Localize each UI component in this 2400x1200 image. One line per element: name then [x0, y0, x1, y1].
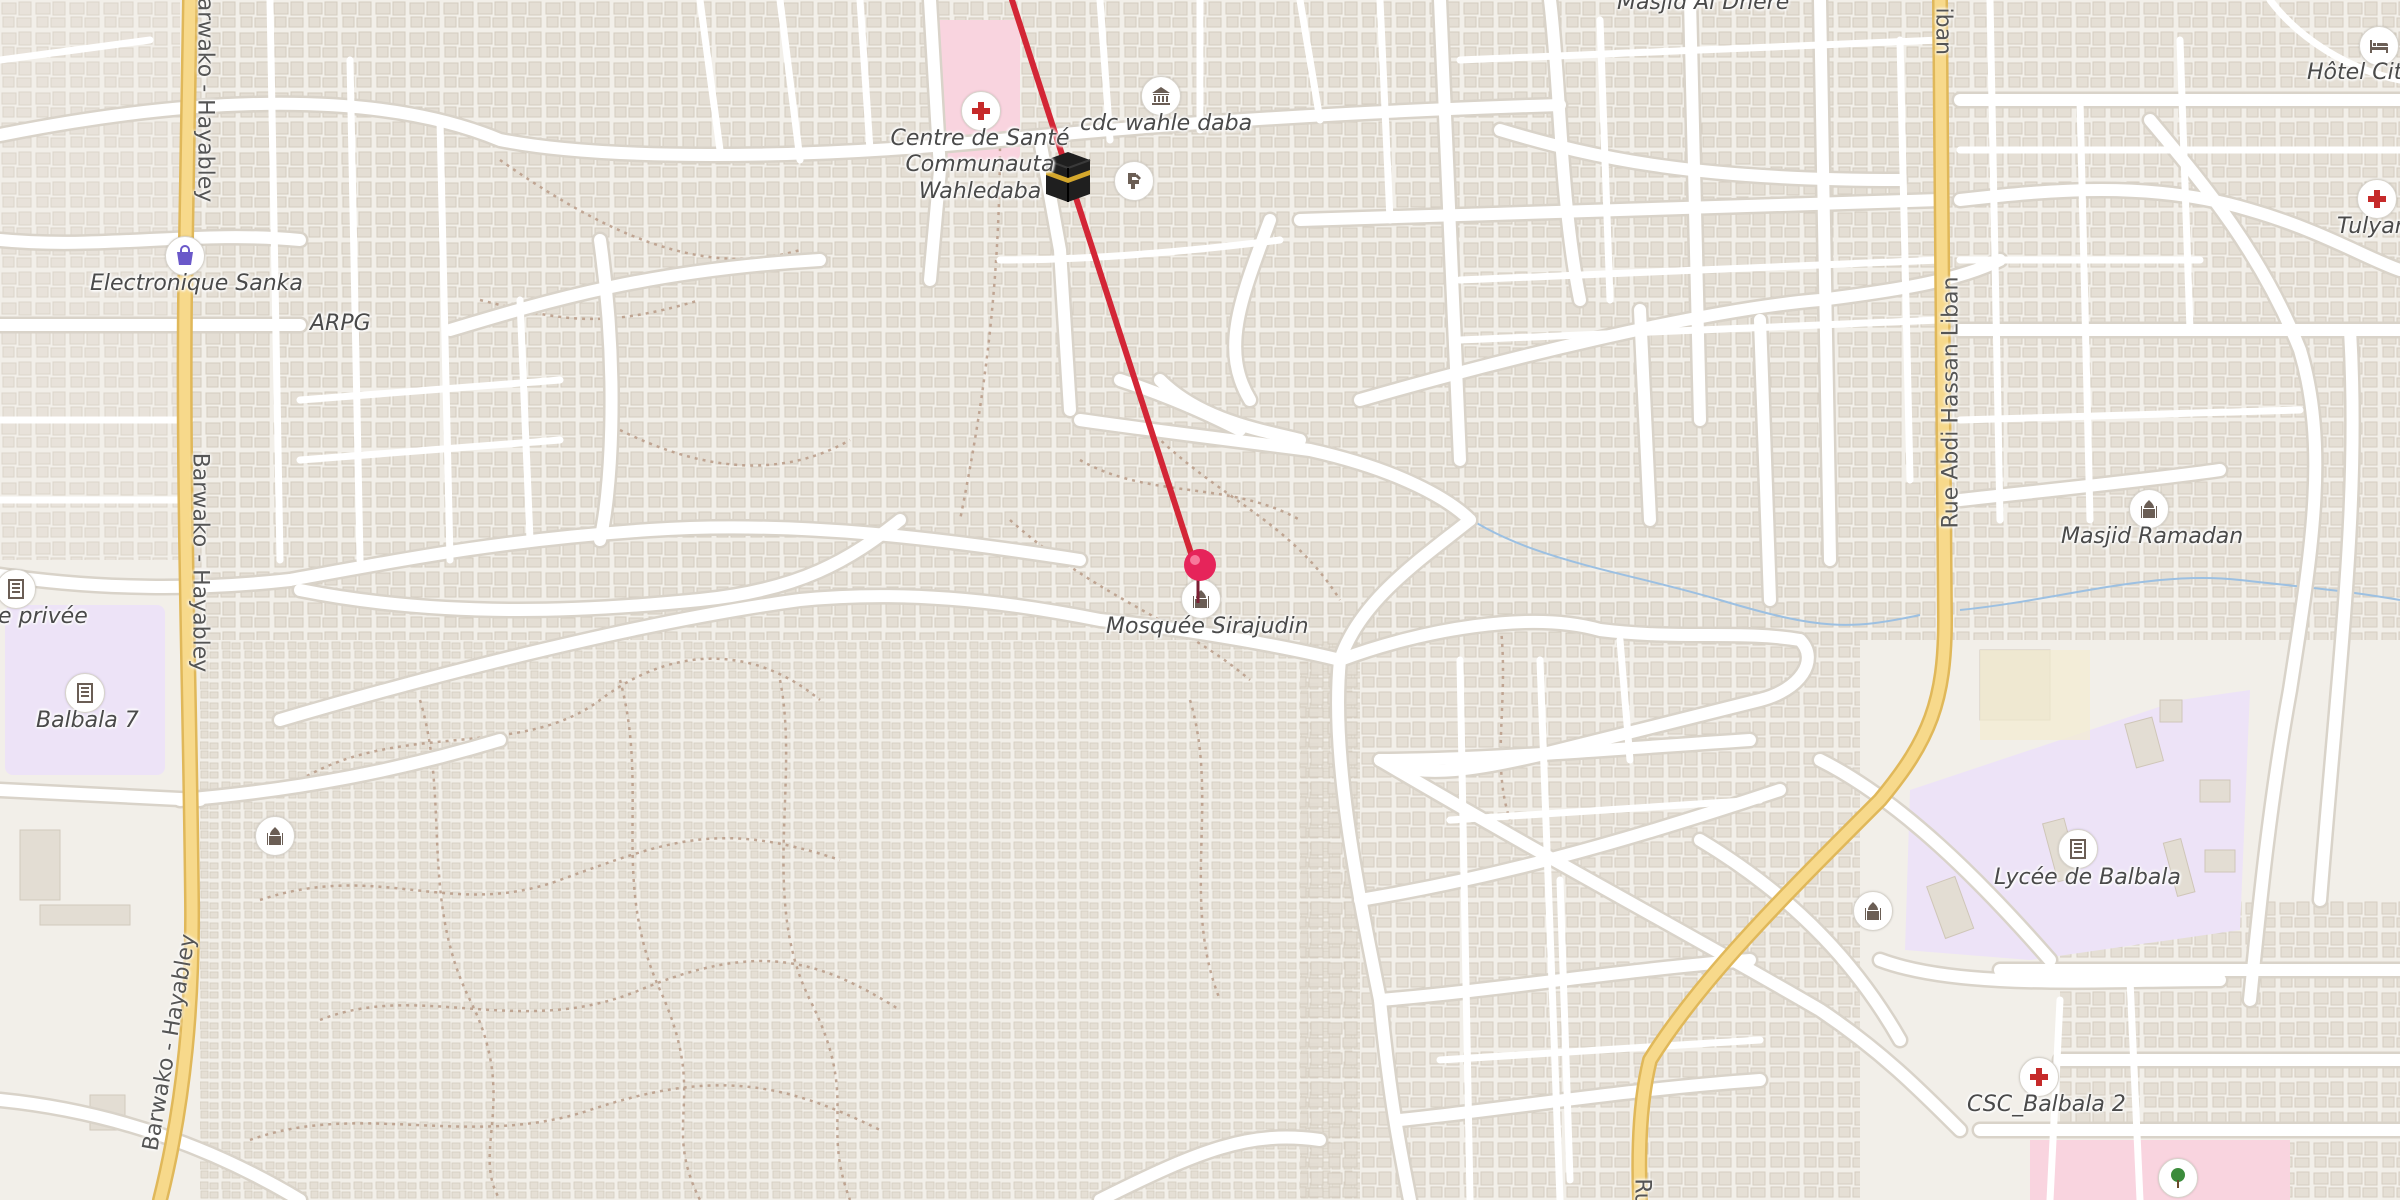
label-health-center: Centre de Santé Communauta Wahledaba	[890, 126, 1070, 204]
label-tulyan: Tulyan	[2337, 214, 2400, 239]
label-ecole-privee: e privée	[0, 604, 88, 629]
place-of-worship-icon[interactable]	[255, 816, 295, 856]
road-label-abdi-hassan: Rue Abdi Hassan Liban	[1938, 276, 1964, 529]
place-of-worship-icon[interactable]	[2129, 489, 2169, 529]
label-cdc: cdc wahle daba	[1080, 111, 1253, 136]
road-label-rue-bottom: Ru	[1629, 1178, 1655, 1200]
label-hotel: Hôtel City	[2307, 60, 2400, 85]
monument-icon[interactable]	[1114, 161, 1154, 201]
label-electronique: Electronique Sanka	[90, 271, 303, 296]
map-canvas[interactable]: Barwako - Hayabley Barwako - Hayabley Ba…	[0, 0, 2400, 1200]
location-pin-icon[interactable]	[1180, 545, 1220, 609]
road-label-barwako-top: Barwako - Hayabley	[192, 0, 218, 203]
label-arpg: ARPG	[310, 311, 371, 336]
school-icon[interactable]	[2058, 829, 2098, 869]
road-label-abdi-top: iban	[1930, 7, 1956, 56]
label-csc: CSC_Balbala 2	[1967, 1092, 2126, 1117]
place-of-worship-icon[interactable]	[1853, 891, 1893, 931]
label-balbala7: Balbala 7	[36, 708, 139, 733]
shop-bag-icon[interactable]	[165, 236, 205, 276]
label-mosquee-sirajudin: Mosquée Sirajudin	[1106, 614, 1309, 639]
hospital-cross-icon[interactable]	[961, 91, 1001, 131]
park-tree-icon[interactable]	[2158, 1158, 2198, 1198]
label-masjid-ramadan: Masjid Ramadan	[2061, 524, 2244, 549]
label-top-masjid: Masjid Al Dhere	[1617, 0, 1790, 15]
label-lycee: Lycée de Balbala	[1994, 865, 2181, 890]
school-icon[interactable]	[65, 673, 105, 713]
hospital-cross-icon[interactable]	[2357, 179, 2397, 219]
townhall-icon[interactable]	[1141, 76, 1181, 116]
hospital-cross-icon[interactable]	[2019, 1057, 2059, 1097]
road-label-barwako-mid: Barwako - Hayabley	[187, 452, 213, 673]
